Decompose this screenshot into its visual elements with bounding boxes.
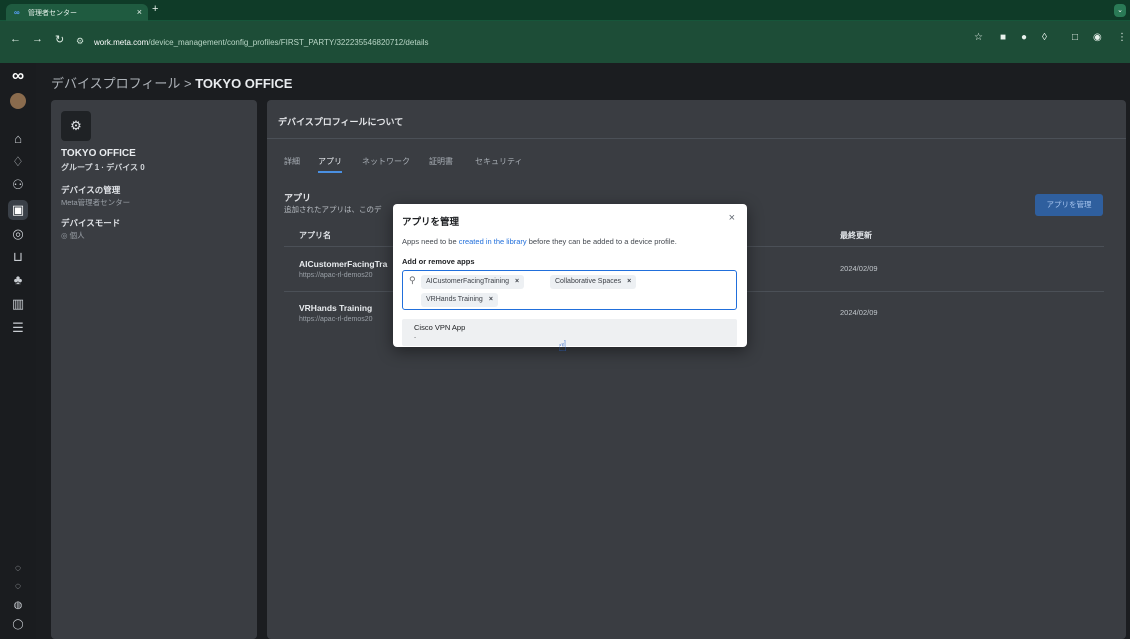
remove-chip-icon[interactable]: × — [627, 278, 631, 285]
tab-close-icon[interactable]: × — [137, 7, 142, 17]
home-icon[interactable]: ⌂ — [8, 129, 28, 149]
selected-app-chip: VRHands Training × — [421, 293, 498, 307]
app-name[interactable]: AICustomerFacingTra — [299, 259, 387, 269]
profile-avatar-icon[interactable]: ◉ — [1093, 32, 1102, 43]
app-url: https://apac-rl-demos20 — [299, 316, 373, 323]
forward-icon[interactable]: → — [32, 33, 43, 45]
tab-apps[interactable]: アプリ — [318, 156, 342, 173]
meta-favicon-icon: ∞ — [14, 8, 20, 17]
bell-icon[interactable]: ♢ — [8, 152, 28, 172]
apps-section-desc: 追加されたアプリは、このデ — [284, 205, 382, 214]
tab-title: 管理者センター — [28, 10, 77, 17]
apps-section-title: アプリ — [284, 193, 312, 203]
profile-details-card: デバイスプロフィールについて 詳細 アプリ ネットワーク 証明書 セキュリティ … — [267, 100, 1126, 639]
new-tab-button[interactable]: + — [152, 3, 158, 15]
chip-label: Collaborative Spaces — [555, 278, 622, 285]
device-management-label: デバイスの管理 — [61, 185, 121, 195]
profile-summary-card: ⚙ TOKYO OFFICE グループ 1 · デバイス 0 デバイスの管理 M… — [51, 100, 257, 639]
library-link[interactable]: created in the library — [459, 237, 527, 246]
analytics-icon[interactable]: ▥ — [8, 294, 28, 314]
search-icon: ⚲ — [409, 275, 416, 285]
settings-list-icon[interactable]: ☰ — [8, 318, 28, 338]
app-url: https://apac-rl-demos20 — [299, 272, 373, 279]
address-url: work.meta.com/device_management/config_p… — [94, 38, 429, 47]
close-icon[interactable]: × — [729, 212, 735, 224]
remove-chip-icon[interactable]: × — [515, 278, 519, 285]
device-mode-label: デバイスモード — [61, 218, 121, 228]
column-header-app-name[interactable]: アプリ名 — [299, 230, 331, 241]
dialog-title: アプリを管理 — [402, 217, 460, 228]
apps-search-input[interactable]: ⚲ AICustomerFacingTraining × Collaborativ… — [402, 270, 737, 310]
url-path: /device_management/config_profiles/FIRST… — [148, 38, 429, 47]
device-mode-value: ◎ 個人 — [61, 230, 85, 241]
browser-navbar: ← → ↻ ⚙ work.meta.com/device_management/… — [0, 21, 1130, 63]
extension-1-icon[interactable]: ■ — [1000, 32, 1006, 43]
meta-logo-icon[interactable]: ∞ — [8, 66, 28, 86]
cart-icon[interactable]: ⊔ — [8, 247, 28, 267]
suggestion-name: Cisco VPN App — [414, 323, 466, 332]
groups-icon[interactable]: ♣ — [8, 270, 28, 290]
back-icon[interactable]: ← — [10, 33, 21, 45]
people-icon[interactable]: ⚇ — [8, 175, 28, 195]
suggestion-subtext: - — [414, 334, 417, 341]
device-mode-text: 個人 — [69, 231, 85, 240]
breadcrumb-separator: > — [183, 76, 192, 91]
breadcrumb-parent[interactable]: デバイスプロフィール — [51, 76, 180, 91]
person-icon: ◎ — [61, 231, 70, 240]
device-icon[interactable]: ▣ — [8, 200, 28, 220]
extension-2-icon[interactable]: ● — [1021, 32, 1027, 43]
suggestion-option[interactable]: Cisco VPN App - — [402, 319, 737, 346]
bookmark-star-icon[interactable]: ☆ — [974, 32, 983, 43]
app-updated: 2024/02/09 — [840, 264, 878, 273]
browser-menu-icon[interactable]: ⋮ — [1117, 32, 1127, 43]
selected-app-chip: Collaborative Spaces × — [550, 275, 637, 289]
remove-chip-icon[interactable]: × — [489, 296, 493, 303]
sidepanel-icon[interactable]: □ — [1072, 32, 1078, 43]
tab-network[interactable]: ネットワーク — [362, 156, 410, 167]
site-settings-icon[interactable]: ⚙ — [76, 36, 84, 47]
address-bar[interactable]: ⚙ work.meta.com/device_management/config… — [66, 27, 1126, 57]
extensions-puzzle-icon[interactable]: ◊ — [1042, 32, 1047, 43]
manage-apps-button[interactable]: アプリを管理 — [1035, 194, 1103, 216]
app-updated: 2024/02/09 — [840, 308, 878, 317]
selected-app-chip: AICustomerFacingTraining × — [421, 275, 525, 289]
reload-icon[interactable]: ↻ — [55, 33, 64, 46]
user-avatar[interactable] — [10, 93, 26, 109]
app-name[interactable]: VRHands Training — [299, 303, 372, 313]
profile-gear-icon: ⚙ — [61, 111, 91, 141]
tab-certificates[interactable]: 証明書 — [429, 156, 453, 167]
tab-security[interactable]: セキュリティ — [475, 156, 523, 167]
tab-search-button[interactable]: ⌄ — [1114, 4, 1126, 17]
browser-tabbar: ∞ 管理者センター × + ⌄ — [0, 0, 1130, 21]
column-header-updated[interactable]: 最終更新 — [840, 230, 872, 241]
add-remove-label: Add or remove apps — [402, 257, 475, 266]
tab-details[interactable]: 詳細 — [284, 156, 300, 167]
left-navigation: ∞ ⌂ ♢ ⚇ ▣ ◎ ⊔ ♣ ▥ ☰ ◌ ◌ ◍ ◯ — [0, 63, 36, 639]
hand-cursor-icon: ☝ — [558, 338, 568, 355]
desc-text-before: Apps need to be — [402, 237, 459, 246]
breadcrumb: デバイスプロフィール > TOKYO OFFICE — [51, 73, 292, 92]
breadcrumb-current: TOKYO OFFICE — [195, 76, 293, 91]
chip-label: AICustomerFacingTraining — [426, 278, 509, 285]
bug-icon[interactable]: ◌ — [8, 577, 28, 597]
globe-icon[interactable]: ◍ — [8, 596, 28, 616]
divider — [267, 138, 1126, 139]
help-icon[interactable]: ◯ — [8, 615, 28, 635]
profile-name: TOKYO OFFICE — [61, 148, 136, 159]
card-title: デバイスプロフィールについて — [278, 117, 404, 127]
url-host: work.meta.com — [94, 38, 149, 47]
desc-text-after: before they can be added to a device pro… — [526, 237, 677, 246]
profile-meta: グループ 1 · デバイス 0 — [61, 163, 145, 172]
manage-apps-dialog: アプリを管理 × Apps need to be created in the … — [393, 204, 747, 347]
lock-icon[interactable]: ◌ — [8, 559, 28, 579]
shield-icon[interactable]: ◎ — [8, 224, 28, 244]
browser-tab[interactable]: ∞ 管理者センター × — [6, 4, 148, 21]
device-management-value: Meta管理者センター — [61, 198, 131, 207]
chip-label: VRHands Training — [426, 296, 483, 303]
dialog-description: Apps need to be created in the library b… — [402, 237, 677, 246]
